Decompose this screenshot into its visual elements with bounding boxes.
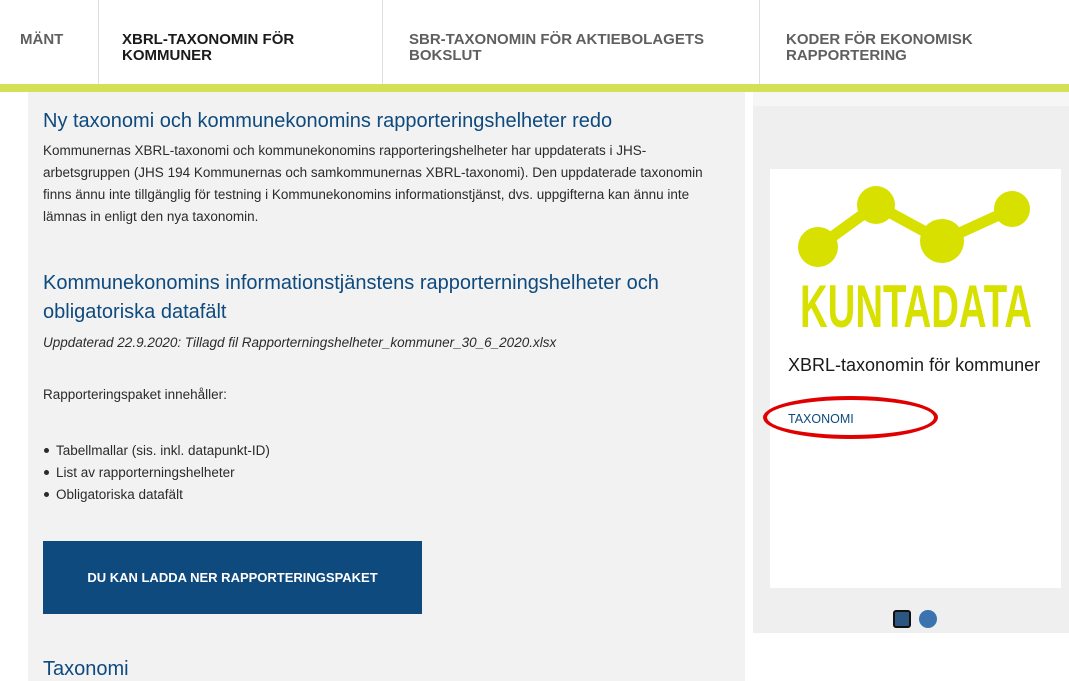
tab-bar: MÄNT XBRL-TAXONOMIN FÖR KOMMUNER SBR-TAX… [0, 0, 1069, 92]
package-list: Tabellmallar (sis. inkl. datapunkt-ID) L… [43, 440, 703, 506]
download-package-button[interactable]: DU KAN LADDA NER RAPPORTERINGSPAKET [43, 541, 422, 614]
tab-xbrl-kommuner[interactable]: XBRL-TAXONOMIN FÖR KOMMUNER [98, 0, 382, 92]
news-paragraph: Kommunernas XBRL-taxonomi och kommunekon… [43, 143, 703, 224]
list-item-text: List av rapporterningshelheter [56, 465, 235, 480]
bullet-icon [44, 491, 49, 497]
logo-text: KUNTADATA [800, 273, 1032, 337]
info-heading: Kommunekonomins informationstjänstens ra… [43, 272, 659, 323]
carousel-card[interactable]: KUNTADATA XBRL-taxonomin för kommuner TA… [763, 169, 1061, 588]
tab-label: XBRL-TAXONOMIN FÖR KOMMUNER [122, 31, 295, 64]
tab-label: MÄNT [20, 31, 64, 48]
bullet-icon [44, 447, 49, 453]
sidebar: KUNTADATA XBRL-taxonomin för kommuner TA… [753, 92, 1069, 633]
bullet-icon [44, 469, 49, 475]
tab-koder-ekonomisk[interactable]: KODER FÖR EKONOMISK RAPPORTERING [759, 0, 1069, 84]
tab-allmant[interactable]: MÄNT [0, 0, 98, 84]
page: MÄNT XBRL-TAXONOMIN FÖR KOMMUNER SBR-TAX… [0, 0, 1069, 681]
tab-label: KODER FÖR EKONOMISK RAPPORTERING [786, 31, 973, 64]
taxonomy-heading: Taxonomi [43, 658, 129, 680]
list-item-text: Tabellmallar (sis. inkl. datapunkt-ID) [56, 443, 270, 458]
list-item: List av rapporterningshelheter [43, 462, 703, 484]
list-item: Tabellmallar (sis. inkl. datapunkt-ID) [43, 440, 703, 462]
tab-bar-underline [0, 84, 1069, 92]
list-item: Obligatoriska datafält [43, 484, 703, 506]
main-content: Ny taxonomi och kommunekonomins rapporte… [28, 92, 745, 681]
package-intro: Rapporteringspaket innehåller: [43, 387, 227, 402]
pager-dot-active[interactable] [893, 610, 911, 628]
list-item-text: Obligatoriska datafält [56, 487, 183, 502]
highlight-circle-annotation [763, 396, 938, 439]
tab-sbr-aktiebolag[interactable]: SBR-TAXONOMIN FÖR AKTIEBOLAGETS BOKSLUT [382, 0, 759, 84]
news-heading: Ny taxonomi och kommunekonomins rapporte… [43, 110, 613, 132]
card-title[interactable]: XBRL-taxonomin för kommuner [788, 352, 1048, 378]
updated-note: Uppdaterad 22.9.2020: Tillagd fil Rappor… [43, 335, 557, 350]
tab-label: SBR-TAXONOMIN FÖR AKTIEBOLAGETS BOKSLUT [409, 31, 704, 64]
pager-dot[interactable] [919, 610, 937, 628]
kuntadata-logo: KUNTADATA [798, 186, 1032, 337]
